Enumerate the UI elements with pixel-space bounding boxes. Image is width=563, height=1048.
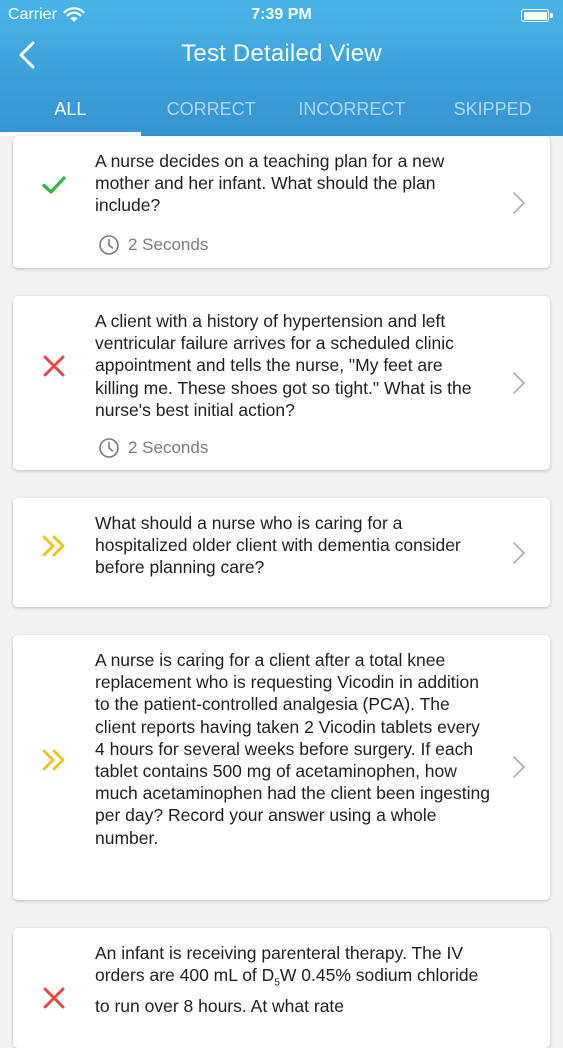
battery-icon	[521, 9, 553, 22]
question-card[interactable]: A client with a history of hypertension …	[13, 296, 550, 470]
check-icon	[42, 176, 66, 194]
time-label: 2 Seconds	[128, 438, 209, 457]
chevron-right-icon	[513, 756, 525, 778]
cross-icon	[43, 355, 65, 377]
double-chevron-icon	[42, 749, 65, 771]
question-text: What should a nurse who is caring for a …	[95, 513, 461, 578]
tab-incorrect[interactable]: INCORRECT	[282, 92, 423, 136]
filter-tabs: ALL CORRECT INCORRECT SKIPPED	[0, 92, 563, 136]
tab-skipped[interactable]: SKIPPED	[422, 92, 563, 136]
question-text: A nurse is caring for a client after a t…	[95, 650, 490, 848]
app-header: Carrier 7:39 PM Test Detailed View ALL C…	[0, 0, 563, 136]
chevron-right-icon	[513, 542, 525, 564]
cross-icon	[43, 987, 65, 1009]
chevron-right-icon	[513, 192, 525, 214]
chevron-right-icon	[513, 372, 525, 394]
page-title: Test Detailed View	[181, 40, 382, 67]
tab-correct[interactable]: CORRECT	[141, 92, 282, 136]
question-text: An infant is receiving parenteral therap…	[95, 942, 490, 1017]
question-card[interactable]: An infant is receiving parenteral therap…	[13, 928, 550, 1048]
time-spent: 2 Seconds	[98, 234, 208, 256]
question-card[interactable]: A nurse decides on a teaching plan for a…	[13, 136, 550, 268]
status-bar: Carrier 7:39 PM	[0, 0, 563, 30]
question-card[interactable]: What should a nurse who is caring for a …	[13, 498, 550, 607]
clock-icon	[99, 438, 119, 458]
clock-icon	[99, 235, 119, 255]
tab-all[interactable]: ALL	[0, 92, 141, 136]
question-card[interactable]: A nurse is caring for a client after a t…	[13, 635, 550, 900]
status-time: 7:39 PM	[251, 6, 312, 23]
time-spent: 2 Seconds	[98, 437, 208, 459]
time-label: 2 Seconds	[128, 235, 209, 254]
question-text: A client with a history of hypertension …	[95, 311, 472, 420]
question-text: A nurse decides on a teaching plan for a…	[95, 151, 445, 216]
double-chevron-icon	[42, 535, 65, 557]
